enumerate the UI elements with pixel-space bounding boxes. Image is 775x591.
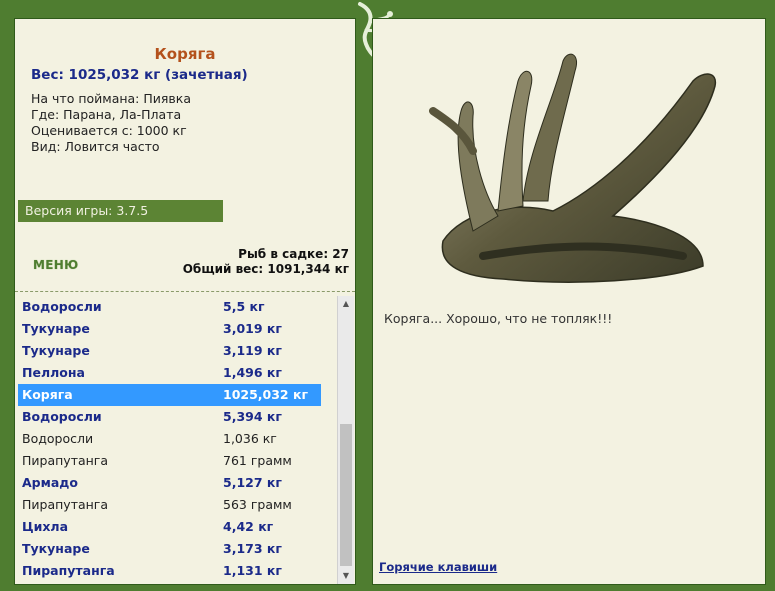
catch-fish-weight: 1,036 кг xyxy=(223,431,277,446)
catch-fish-weight: 3,173 кг xyxy=(223,541,282,556)
catch-list-row[interactable]: Водоросли 1,036 кг xyxy=(18,428,321,450)
catch-fish-name: Армадо xyxy=(22,475,78,490)
catch-fish-weight: 5,394 кг xyxy=(223,409,282,424)
catch-list-row[interactable]: Пирапутанга 761 грамм xyxy=(18,450,321,472)
catch-fish-name: Пеллона xyxy=(22,365,85,380)
catch-fish-name: Цихла xyxy=(22,519,69,534)
game-window-frame: Коряга Вес: 1025,032 кг (зачетная) На чт… xyxy=(0,0,775,591)
location-info: Где: Парана, Ла-Плата xyxy=(31,107,182,122)
catch-fish-weight: 1,131 кг xyxy=(223,563,282,578)
game-version: Версия игры: 3.7.5 xyxy=(18,200,223,222)
catch-fish-name: Пирапутанга xyxy=(22,497,109,512)
value-info: Оценивается с: 1000 кг xyxy=(31,123,187,138)
catch-fish-name: Тукунаре xyxy=(22,321,90,336)
catch-fish-weight: 3,119 кг xyxy=(223,343,282,358)
arrow-down-icon[interactable]: ▼ xyxy=(338,568,354,584)
driftwood-image xyxy=(429,53,717,283)
catch-list-row[interactable]: Водоросли 5,5 кг xyxy=(18,296,321,318)
list-divider xyxy=(15,291,355,292)
fish-title: Коряга xyxy=(154,45,216,63)
catch-fish-name: Пирапутанга xyxy=(22,563,115,578)
catch-list-row[interactable]: Коряга 1025,032 кг xyxy=(18,384,321,406)
catch-list-row[interactable]: Цихла 4,42 кг xyxy=(18,516,321,538)
catch-list-row[interactable]: Водоросли 5,394 кг xyxy=(18,406,321,428)
hotkeys-link[interactable]: Горячие клавиши xyxy=(379,560,497,574)
catch-fish-name: Тукунаре xyxy=(22,541,90,556)
kind-info: Вид: Ловится часто xyxy=(31,139,160,154)
catch-list-row[interactable]: Пирапутанга 563 грамм xyxy=(18,494,321,516)
fish-caption: Коряга... Хорошо, что не топляк!!! xyxy=(384,311,613,326)
catch-fish-name: Тукунаре xyxy=(22,343,90,358)
fish-picture-panel: Коряга... Хорошо, что не топляк!!! Горяч… xyxy=(372,18,766,585)
catch-fish-weight: 1,496 кг xyxy=(223,365,282,380)
catch-fish-name: Коряга xyxy=(22,387,73,402)
catch-fish-name: Водоросли xyxy=(22,299,102,314)
catch-list-row[interactable]: Пеллона 1,496 кг xyxy=(18,362,321,384)
fish-info-panel: Коряга Вес: 1025,032 кг (зачетная) На чт… xyxy=(14,18,356,585)
catch-fish-name: Пирапутанга xyxy=(22,453,109,468)
catch-fish-name: Водоросли xyxy=(22,431,94,446)
keepnet-stats: Рыб в садке: 27 Общий вес: 1091,344 кг xyxy=(183,247,349,277)
catch-fish-weight: 563 грамм xyxy=(223,497,292,512)
catch-list-row[interactable]: Пирапутанга 1,131 кг xyxy=(18,560,321,582)
catch-list-row[interactable]: Тукунаре 3,173 кг xyxy=(18,538,321,560)
arrow-up-icon[interactable]: ▲ xyxy=(338,296,354,312)
catch-fish-weight: 1025,032 кг xyxy=(223,387,308,402)
fish-weight: Вес: 1025,032 кг (зачетная) xyxy=(31,67,248,83)
catch-list-scrollbar[interactable]: ▲ ▼ xyxy=(337,296,354,584)
catch-fish-weight: 5,127 кг xyxy=(223,475,282,490)
fish-count: Рыб в садке: 27 xyxy=(238,247,349,261)
scrollbar-thumb[interactable] xyxy=(340,424,352,566)
catch-fish-weight: 761 грамм xyxy=(223,453,292,468)
catch-list-row[interactable]: Армадо 5,127 кг xyxy=(18,472,321,494)
catch-fish-weight: 3,019 кг xyxy=(223,321,282,336)
total-weight: Общий вес: 1091,344 кг xyxy=(182,262,349,276)
catch-fish-name: Водоросли xyxy=(22,409,102,424)
menu-button[interactable]: МЕНЮ xyxy=(33,258,78,272)
catch-list-row[interactable]: Тукунаре 3,019 кг xyxy=(18,318,321,340)
catch-fish-weight: 4,42 кг xyxy=(223,519,274,534)
catch-list: Водоросли 5,5 кг Тукунаре 3,019 кг Тукунаре 3… xyxy=(18,296,321,584)
bait-info: На что поймана: Пиявка xyxy=(31,91,191,106)
catch-fish-weight: 5,5 кг xyxy=(223,299,265,314)
catch-list-row[interactable]: Тукунаре 3,119 кг xyxy=(18,340,321,362)
